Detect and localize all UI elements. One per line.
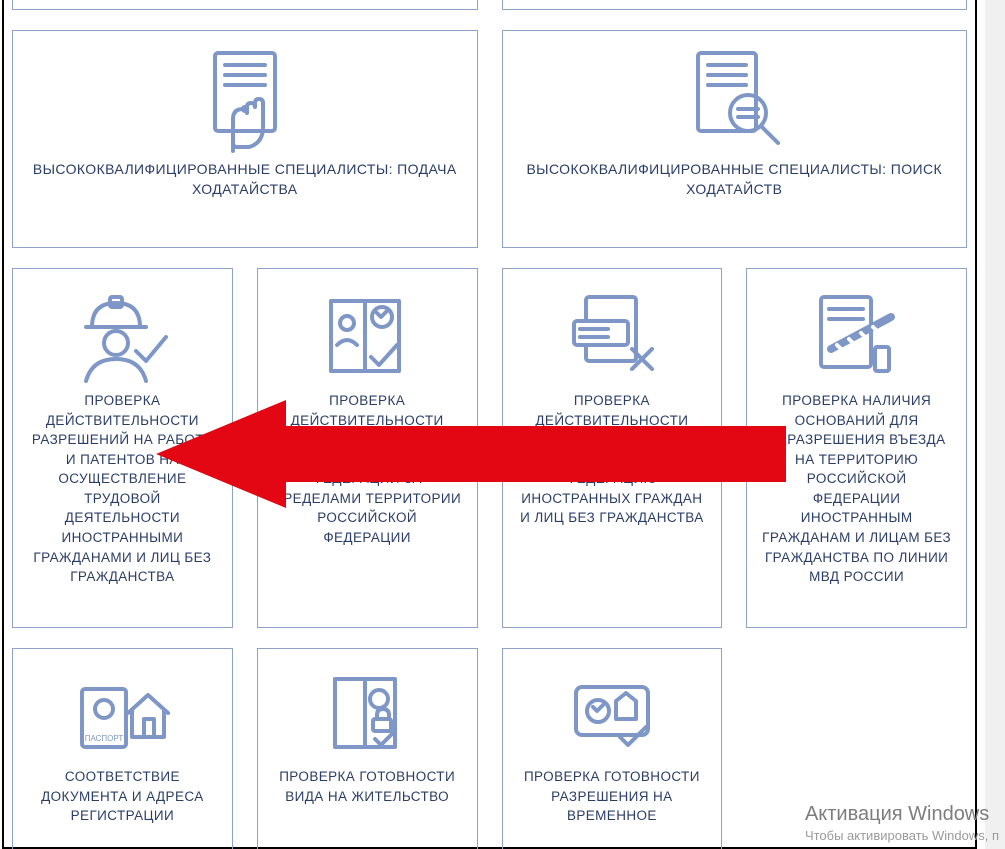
card-label: ПРОВЕРКА НАЛИЧИЯ ОСНОВАНИЙ ДЛЯ НЕРАЗРЕШЕ… bbox=[755, 391, 958, 587]
document-hand-icon bbox=[195, 45, 295, 159]
passport-check-icon bbox=[317, 283, 417, 391]
card-check-entry-ban[interactable]: ПРОВЕРКА НАЛИЧИЯ ОСНОВАНИЙ ДЛЯ НЕРАЗРЕШЕ… bbox=[746, 268, 967, 628]
vertical-scrollbar[interactable] bbox=[985, 0, 1005, 849]
row-narrow: ПРОВЕРКА ДЕЙСТВИТЕЛЬНОСТИ РАЗРЕШЕНИЙ НА … bbox=[12, 268, 967, 628]
residence-permit-icon bbox=[317, 663, 417, 767]
card-label: ПРОВЕРКА ДЕЙСТВИТЕЛЬНОСТИ РАЗРЕШЕНИЙ НА … bbox=[21, 391, 224, 587]
row-wide: ВЫСОКОКВАЛИФИЦИРОВАННЫЕ СПЕЦИАЛИСТЫ: ПОД… bbox=[12, 30, 967, 248]
truncated-card[interactable] bbox=[502, 0, 968, 10]
truncated-row bbox=[12, 0, 967, 10]
passport-house-icon: ПАСПОРТ bbox=[72, 663, 172, 767]
entry-barrier-icon bbox=[807, 283, 907, 391]
card-check-work-permit[interactable]: ПРОВЕРКА ДЕЙСТВИТЕЛЬНОСТИ РАЗРЕШЕНИЙ НА … bbox=[12, 268, 233, 628]
card-doc-address-match[interactable]: ПАСПОРТ СООТВЕТСТВИЕ ДОКУМЕНТА И АДРЕСА … bbox=[12, 648, 233, 849]
row-cut: ПАСПОРТ СООТВЕТСТВИЕ ДОКУМЕНТА И АДРЕСА … bbox=[12, 648, 967, 849]
truncated-card[interactable] bbox=[12, 0, 478, 10]
invitation-deny-icon bbox=[562, 283, 662, 391]
card-label: ПРОВЕРКА ДЕЙСТВИТЕЛЬНОСТИ ПРИГЛАШЕНИЙ НА… bbox=[511, 391, 714, 528]
card-check-passport[interactable]: ПРОВЕРКА ДЕЙСТВИТЕЛЬНОСТИ ПАСПОРТОВ ГРАЖ… bbox=[257, 268, 478, 628]
card-label: ВЫСОКОКВАЛИФИЦИРОВАННЫЕ СПЕЦИАЛИСТЫ: ПОИ… bbox=[511, 159, 959, 200]
card-label: ВЫСОКОКВАЛИФИЦИРОВАННЫЕ СПЕЦИАЛИСТЫ: ПОД… bbox=[21, 159, 469, 200]
card-label: ПРОВЕРКА ГОТОВНОСТИ ВИДА НА ЖИТЕЛЬСТВО bbox=[266, 767, 469, 806]
card-submit-petition[interactable]: ВЫСОКОКВАЛИФИЦИРОВАННЫЕ СПЕЦИАЛИСТЫ: ПОД… bbox=[12, 30, 478, 248]
worker-check-icon bbox=[72, 283, 172, 391]
card-temp-residence-ready[interactable]: ПРОВЕРКА ГОТОВНОСТИ РАЗРЕШЕНИЯ НА ВРЕМЕН… bbox=[502, 648, 723, 849]
card-residence-permit-ready[interactable]: ПРОВЕРКА ГОТОВНОСТИ ВИДА НА ЖИТЕЛЬСТВО bbox=[257, 648, 478, 849]
card-label: СООТВЕТСТВИЕ ДОКУМЕНТА И АДРЕСА РЕГИСТРА… bbox=[21, 767, 224, 826]
card-label: ПРОВЕРКА ДЕЙСТВИТЕЛЬНОСТИ ПАСПОРТОВ ГРАЖ… bbox=[266, 391, 469, 548]
document-search-icon bbox=[684, 45, 784, 159]
rvp-card-icon bbox=[562, 663, 662, 767]
card-check-invitation[interactable]: ПРОВЕРКА ДЕЙСТВИТЕЛЬНОСТИ ПРИГЛАШЕНИЙ НА… bbox=[502, 268, 723, 628]
svg-text:ПАСПОРТ: ПАСПОРТ bbox=[85, 734, 124, 743]
content-viewport: ВЫСОКОКВАЛИФИЦИРОВАННЫЕ СПЕЦИАЛИСТЫ: ПОД… bbox=[2, 0, 977, 849]
service-grid: ВЫСОКОКВАЛИФИЦИРОВАННЫЕ СПЕЦИАЛИСТЫ: ПОД… bbox=[4, 0, 975, 849]
card-search-petition[interactable]: ВЫСОКОКВАЛИФИЦИРОВАННЫЕ СПЕЦИАЛИСТЫ: ПОИ… bbox=[502, 30, 968, 248]
card-label: ПРОВЕРКА ГОТОВНОСТИ РАЗРЕШЕНИЯ НА ВРЕМЕН… bbox=[511, 767, 714, 826]
